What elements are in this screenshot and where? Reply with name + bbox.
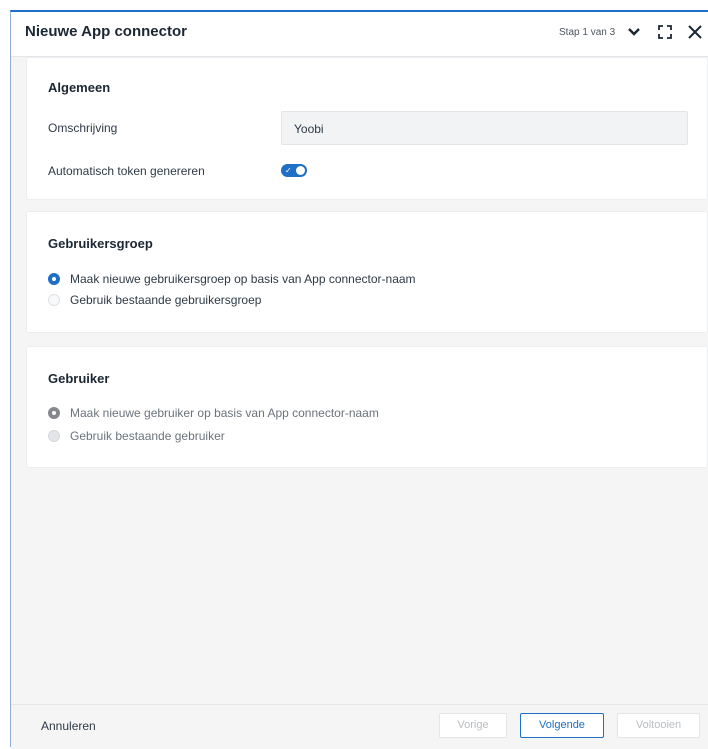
user-section: Gebruiker Maak nieuwe gebruiker op basis… bbox=[26, 346, 708, 468]
radio-selected-disabled-icon bbox=[48, 407, 60, 419]
check-icon: ✓ bbox=[285, 166, 292, 175]
next-button[interactable]: Volgende bbox=[520, 713, 604, 738]
close-icon[interactable] bbox=[684, 21, 706, 43]
description-input[interactable]: Yoobi bbox=[281, 111, 688, 145]
chevron-down-icon[interactable] bbox=[623, 21, 645, 43]
general-section-title: Algemeen bbox=[48, 80, 111, 95]
radio-unselected-icon bbox=[48, 294, 60, 306]
dialog-footer: Annuleren Vorige Volgende Voltooien bbox=[11, 704, 708, 749]
user-option-new-label: Maak nieuwe gebruiker op basis van App c… bbox=[70, 406, 379, 420]
usergroup-section: Gebruikersgroep Maak nieuwe gebruikersgr… bbox=[26, 211, 708, 333]
usergroup-option-new-label: Maak nieuwe gebruikersgroep op basis van… bbox=[70, 272, 416, 286]
radio-selected-icon bbox=[48, 273, 60, 285]
new-app-connector-dialog: Nieuwe App connector Stap 1 van 3 Algeme… bbox=[10, 10, 708, 749]
cancel-button[interactable]: Annuleren bbox=[41, 719, 96, 733]
radio-disabled-icon bbox=[48, 430, 60, 442]
usergroup-option-existing-label: Gebruik bestaande gebruikersgroep bbox=[70, 293, 262, 307]
usergroup-section-title: Gebruikersgroep bbox=[48, 236, 153, 251]
auto-token-toggle[interactable]: ✓ bbox=[281, 164, 307, 177]
description-label: Omschrijving bbox=[48, 121, 118, 135]
auto-token-label: Automatisch token genereren bbox=[48, 164, 205, 178]
user-section-title: Gebruiker bbox=[48, 371, 110, 386]
user-option-existing-label: Gebruik bestaande gebruiker bbox=[70, 429, 225, 443]
dialog-header: Nieuwe App connector Stap 1 van 3 bbox=[11, 12, 708, 57]
step-indicator: Stap 1 van 3 bbox=[559, 27, 616, 38]
toggle-knob bbox=[296, 166, 305, 175]
dialog-title: Nieuwe App connector bbox=[25, 23, 187, 40]
previous-button[interactable]: Vorige bbox=[439, 713, 507, 738]
general-section: Algemeen Omschrijving Yoobi Automatisch … bbox=[26, 57, 708, 200]
finish-button[interactable]: Voltooien bbox=[617, 713, 700, 738]
expand-icon[interactable] bbox=[654, 21, 676, 43]
